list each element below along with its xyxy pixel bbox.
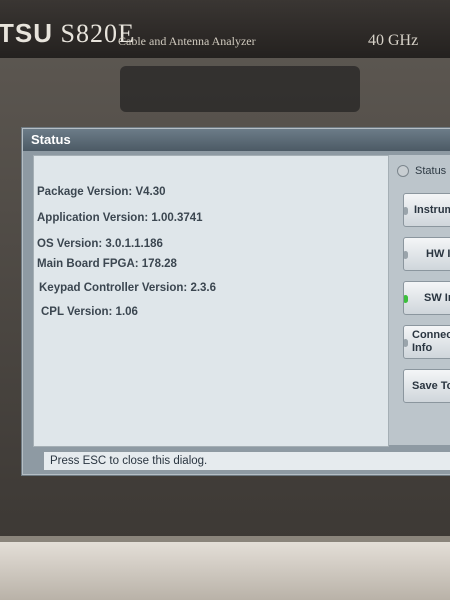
sw-info-button[interactable]: SW In [403, 281, 450, 315]
hw-info-button[interactable]: HW I [403, 237, 450, 271]
keypad-controller-version: Keypad Controller Version: 2.3.6 [39, 282, 217, 294]
frequency-label: 40 GHz [368, 32, 419, 49]
os-version: OS Version: 3.0.1.1.186 [37, 238, 163, 250]
application-version: Application Version: 1.00.3741 [37, 212, 203, 224]
connect-info-button[interactable]: Connect Info [403, 325, 450, 359]
indicator-icon [404, 339, 408, 347]
bezel-divider [0, 536, 450, 542]
version-info-panel: Package Version: V4.30 Application Versi… [33, 155, 389, 447]
dialog-title: Status [23, 129, 450, 151]
main-board-fpga: Main Board FPGA: 178.28 [37, 258, 177, 270]
package-version: Package Version: V4.30 [37, 186, 166, 198]
instrument-top-bezel: TSU S820E Cable and Antenna Analyzer 40 … [0, 0, 450, 58]
brand-logo: TSU S820E [0, 18, 135, 48]
screen-reflection [120, 66, 360, 112]
status-dialog: Status Package Version: V4.30 Applicatio… [22, 128, 450, 475]
cpl-version: CPL Version: 1.06 [41, 306, 138, 318]
status-message: Press ESC to close this dialog. [43, 451, 450, 471]
instrument-subtitle: Cable and Antenna Analyzer [118, 34, 256, 48]
instrument-bottom-bezel [0, 536, 450, 600]
radio-icon [397, 165, 409, 178]
status-radio[interactable]: Status [397, 165, 446, 178]
active-indicator-icon [404, 295, 408, 303]
instrument-info-button[interactable]: Instrum [403, 193, 450, 227]
side-menu: Status Instrum HW I SW In Connect Info S… [389, 155, 450, 445]
indicator-icon [404, 207, 408, 215]
indicator-icon [404, 251, 408, 259]
save-to-button[interactable]: Save To [403, 369, 450, 403]
